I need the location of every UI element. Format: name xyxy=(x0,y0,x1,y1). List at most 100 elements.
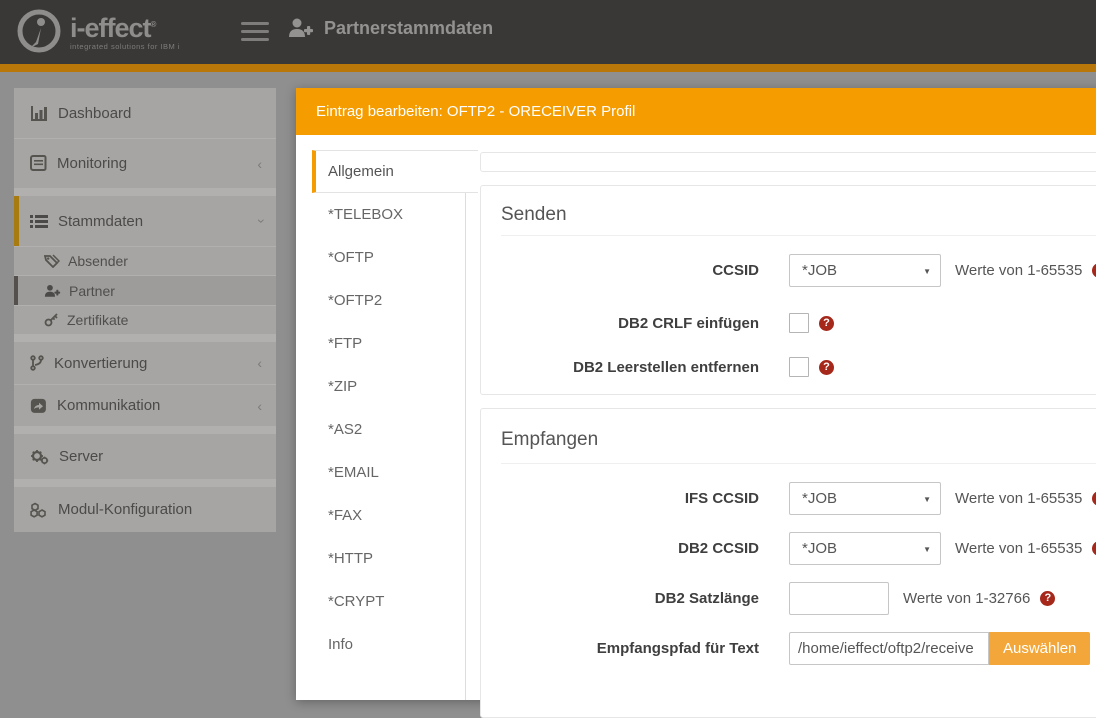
db2-crlf-checkbox[interactable] xyxy=(789,313,809,333)
help-icon[interactable] xyxy=(1092,491,1096,506)
select-value: *JOB xyxy=(802,490,838,507)
form-row-db2-crlf: DB2 CRLF einfügen xyxy=(501,313,1096,333)
cubes-icon xyxy=(30,502,48,518)
section-title: Empfangen xyxy=(501,429,599,450)
sidebar-item-absender[interactable]: Absender xyxy=(14,247,276,275)
section-title: Senden xyxy=(501,204,567,225)
form-row-db2-satzlaenge: DB2 Satzlänge Werte von 1-32766 xyxy=(501,582,1096,615)
user-plus-icon xyxy=(288,17,314,39)
tab-telebox[interactable]: *TELEBOX xyxy=(312,193,403,236)
help-icon[interactable] xyxy=(1092,263,1096,278)
select-arrow-icon xyxy=(923,483,931,516)
sidebar-item-zertifikate[interactable]: Zertifikate xyxy=(14,306,276,334)
gears-icon xyxy=(30,449,49,465)
code-branch-icon xyxy=(30,355,44,371)
accent-strip xyxy=(0,64,1096,72)
value-range-hint: Werte von 1-65535 xyxy=(955,540,1083,557)
tab-oftp2[interactable]: *OFTP2 xyxy=(312,279,403,322)
field-label: Empfangspfad für Text xyxy=(596,640,759,657)
sidebar-item-label: Partner xyxy=(69,282,115,299)
form-row-ifs-ccsid: IFS CCSID *JOB Werte von 1-65535 xyxy=(501,482,1096,515)
sidebar-item-label: Kommunikation xyxy=(57,397,161,414)
select-arrow-icon xyxy=(923,533,931,566)
share-arrow-icon xyxy=(30,398,47,414)
sidebar-item-label: Modul-Konfiguration xyxy=(58,501,193,518)
field-label: IFS CCSID xyxy=(684,490,759,507)
value-range-hint: Werte von 1-32766 xyxy=(903,590,1031,607)
list-icon xyxy=(30,214,48,229)
tab-ftp[interactable]: *FTP xyxy=(312,322,403,365)
tab-content-area: Senden CCSID *JOB Werte von 1-65535 DB2 … xyxy=(480,135,1096,718)
select-value: *JOB xyxy=(802,262,838,279)
ccsid-select[interactable]: *JOB xyxy=(789,254,941,287)
help-icon[interactable] xyxy=(1092,541,1096,556)
tab-zip[interactable]: *ZIP xyxy=(312,365,403,408)
form-row-db2-ccsid: DB2 CCSID *JOB Werte von 1-65535 xyxy=(501,532,1096,565)
field-label: DB2 CRLF einfügen xyxy=(618,314,759,332)
tab-fax[interactable]: *FAX xyxy=(312,494,403,537)
db2-leerstellen-checkbox[interactable] xyxy=(789,357,809,377)
empfangen-panel: Empfangen IFS CCSID *JOB Werte von 1-655… xyxy=(480,408,1096,718)
tab-oftp[interactable]: *OFTP xyxy=(312,236,403,279)
field-label: DB2 CCSID xyxy=(678,540,759,557)
empfangspfad-input[interactable] xyxy=(789,632,989,665)
sidebar-item-monitoring[interactable]: Monitoring xyxy=(14,139,276,188)
sidebar-item-modul-konfiguration[interactable]: Modul-Konfiguration xyxy=(14,487,276,532)
ifs-ccsid-select[interactable]: *JOB xyxy=(789,482,941,515)
sidebar-item-server[interactable]: Server xyxy=(14,434,276,479)
sidebar-item-stammdaten[interactable]: Stammdaten xyxy=(14,196,276,246)
auswaehlen-button[interactable]: Auswählen xyxy=(989,632,1091,665)
sidebar-item-label: Konvertierung xyxy=(54,354,148,372)
section-divider xyxy=(501,463,1096,464)
field-label: CCSID xyxy=(712,262,759,279)
dialog-body: Allgemein *TELEBOX *OFTP *OFTP2 *FTP *ZI… xyxy=(296,135,1096,718)
value-range-hint: Werte von 1-65535 xyxy=(955,490,1083,507)
sidebar-item-label: Dashboard xyxy=(58,104,132,122)
value-range-hint: Werte von 1-65535 xyxy=(955,262,1083,279)
sidebar-item-label: Absender xyxy=(68,253,128,269)
select-value: *JOB xyxy=(802,540,838,557)
sidebar-nav: Dashboard Monitoring Stammdaten xyxy=(14,88,276,532)
tab-info[interactable]: Info xyxy=(312,623,403,666)
scrolled-panel-edge xyxy=(480,152,1096,172)
chevron-left-icon xyxy=(257,355,262,371)
tab-http[interactable]: *HTTP xyxy=(312,537,403,580)
tab-crypt[interactable]: *CRYPT xyxy=(312,580,403,623)
tab-allgemein[interactable]: Allgemein xyxy=(312,150,478,193)
chevron-left-icon xyxy=(257,156,262,172)
sidebar-item-kommunikation[interactable]: Kommunikation xyxy=(14,385,276,426)
chevron-left-icon xyxy=(257,398,262,414)
sidebar-item-label: Server xyxy=(59,448,104,465)
db2-ccsid-select[interactable]: *JOB xyxy=(789,532,941,565)
sidebar-item-partner[interactable]: Partner xyxy=(14,276,276,305)
dialog-tab-list: *TELEBOX *OFTP *OFTP2 *FTP *ZIP *AS2 *EM… xyxy=(312,193,403,666)
sidebar-item-label: Monitoring xyxy=(57,155,128,172)
brand-tagline: integrated solutions for IBM i xyxy=(70,41,181,51)
form-row-db2-leerstellen: DB2 Leerstellen entfernen xyxy=(501,357,1096,377)
help-icon[interactable] xyxy=(1040,591,1056,606)
sidebar-item-konvertierung[interactable]: Konvertierung xyxy=(14,342,276,384)
sidebar-item-dashboard[interactable]: Dashboard xyxy=(14,88,276,138)
tab-email[interactable]: *EMAIL xyxy=(312,451,403,494)
field-label: DB2 Leerstellen entfernen xyxy=(573,358,759,376)
bar-chart-icon xyxy=(30,105,48,122)
tab-separator xyxy=(465,193,466,700)
help-icon[interactable] xyxy=(819,359,834,375)
help-icon[interactable] xyxy=(819,315,834,331)
db2-satzlaenge-input[interactable] xyxy=(789,582,889,615)
logo-swirl-icon xyxy=(16,8,62,54)
book-icon xyxy=(30,155,47,172)
senden-panel: Senden CCSID *JOB Werte von 1-65535 DB2 … xyxy=(480,185,1096,395)
form-row-empfangspfad: Empfangspfad für Text Auswählen xyxy=(501,632,1096,665)
tab-as2[interactable]: *AS2 xyxy=(312,408,403,451)
menu-toggle-icon[interactable] xyxy=(241,22,269,42)
key-icon xyxy=(44,313,59,327)
dialog-title: Eintrag bearbeiten: OFTP2 - ORECEIVER Pr… xyxy=(316,103,636,120)
app-logo: i-effect® integrated solutions for IBM i xyxy=(16,8,180,54)
sidebar-item-label: Zertifikate xyxy=(67,312,129,328)
app-header: i-effect® integrated solutions for IBM i… xyxy=(0,0,1096,64)
tags-icon xyxy=(44,254,60,268)
edit-entry-dialog: Eintrag bearbeiten: OFTP2 - ORECEIVER Pr… xyxy=(296,88,1096,718)
section-divider xyxy=(501,235,1096,236)
page-title: Partnerstammdaten xyxy=(324,17,494,38)
